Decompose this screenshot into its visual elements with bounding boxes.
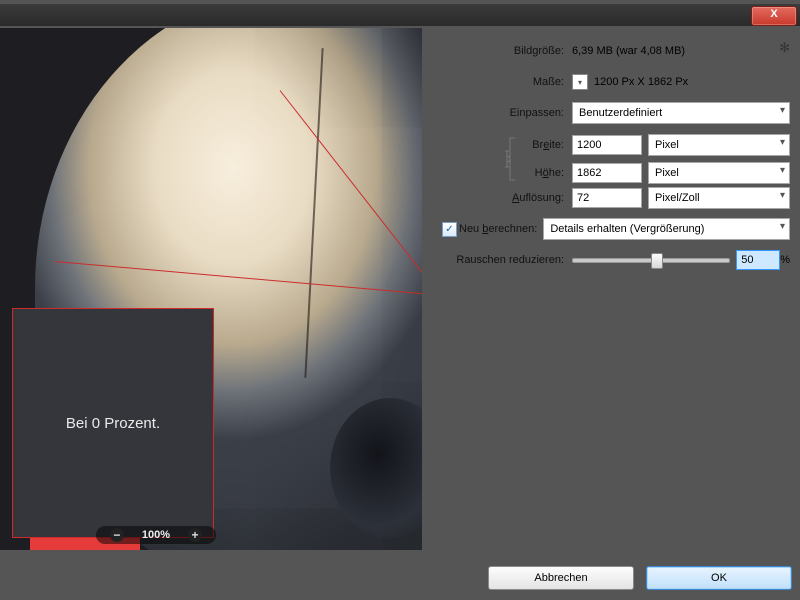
dimensions-label: Maße: (442, 76, 572, 88)
zoom-controls: − 100% + (96, 526, 216, 544)
settings-panel: ✻ Bildgröße: 6,39 MB (war 4,08 MB) Maße:… (422, 28, 800, 564)
resample-label: Neu berechnen: (459, 223, 537, 235)
height-input[interactable] (572, 163, 642, 183)
ok-button[interactable]: OK (646, 566, 792, 590)
cancel-button[interactable]: Abbrechen (488, 566, 634, 590)
image-preview[interactable]: Bei 0 Prozent. − 100% + (0, 28, 422, 550)
dimensions-value: 1200 Px X 1862 Px (594, 76, 688, 88)
fit-select[interactable]: Benutzerdefiniert (572, 102, 790, 124)
noise-slider[interactable] (572, 258, 730, 263)
inset-caption: Bei 0 Prozent. (66, 415, 160, 432)
noise-value-input[interactable] (736, 250, 780, 270)
height-unit-select[interactable]: Pixel (648, 162, 790, 184)
link-dimensions-icon[interactable] (502, 133, 520, 185)
dialog-buttons: Abbrechen OK (422, 566, 792, 592)
width-unit-select[interactable]: Pixel (648, 134, 790, 156)
dimensions-unit-icon[interactable]: ▾ (572, 74, 588, 90)
image-size-value: 6,39 MB (war 4,08 MB) (572, 45, 790, 57)
noise-label: Rauschen reduzieren: (442, 254, 572, 266)
height-label: Höhe: (520, 167, 572, 179)
resolution-unit-select[interactable]: Pixel/Zoll (648, 187, 790, 209)
gear-icon[interactable]: ✻ (779, 40, 790, 56)
close-button[interactable]: X (751, 6, 797, 26)
resample-checkbox[interactable]: ✓ (442, 222, 457, 237)
width-label: Breite: (520, 139, 572, 151)
preview-inset: Bei 0 Prozent. (12, 308, 214, 538)
noise-percent: % (780, 254, 790, 266)
zoom-in-button[interactable]: + (188, 528, 202, 542)
resolution-input[interactable] (572, 188, 642, 208)
zoom-out-button[interactable]: − (110, 528, 124, 542)
zoom-level: 100% (142, 529, 170, 541)
fit-label: Einpassen: (442, 107, 572, 119)
resolution-label: Auflösung: (442, 192, 572, 204)
app-frame: X Bei 0 Prozent. − 100% + ✻ Bildgröße: 6… (0, 0, 800, 600)
dialog-titlebar: X (0, 4, 800, 26)
width-input[interactable] (572, 135, 642, 155)
image-size-label: Bildgröße: (442, 45, 572, 57)
resample-method-select[interactable]: Details erhalten (Vergrößerung) (543, 218, 790, 240)
